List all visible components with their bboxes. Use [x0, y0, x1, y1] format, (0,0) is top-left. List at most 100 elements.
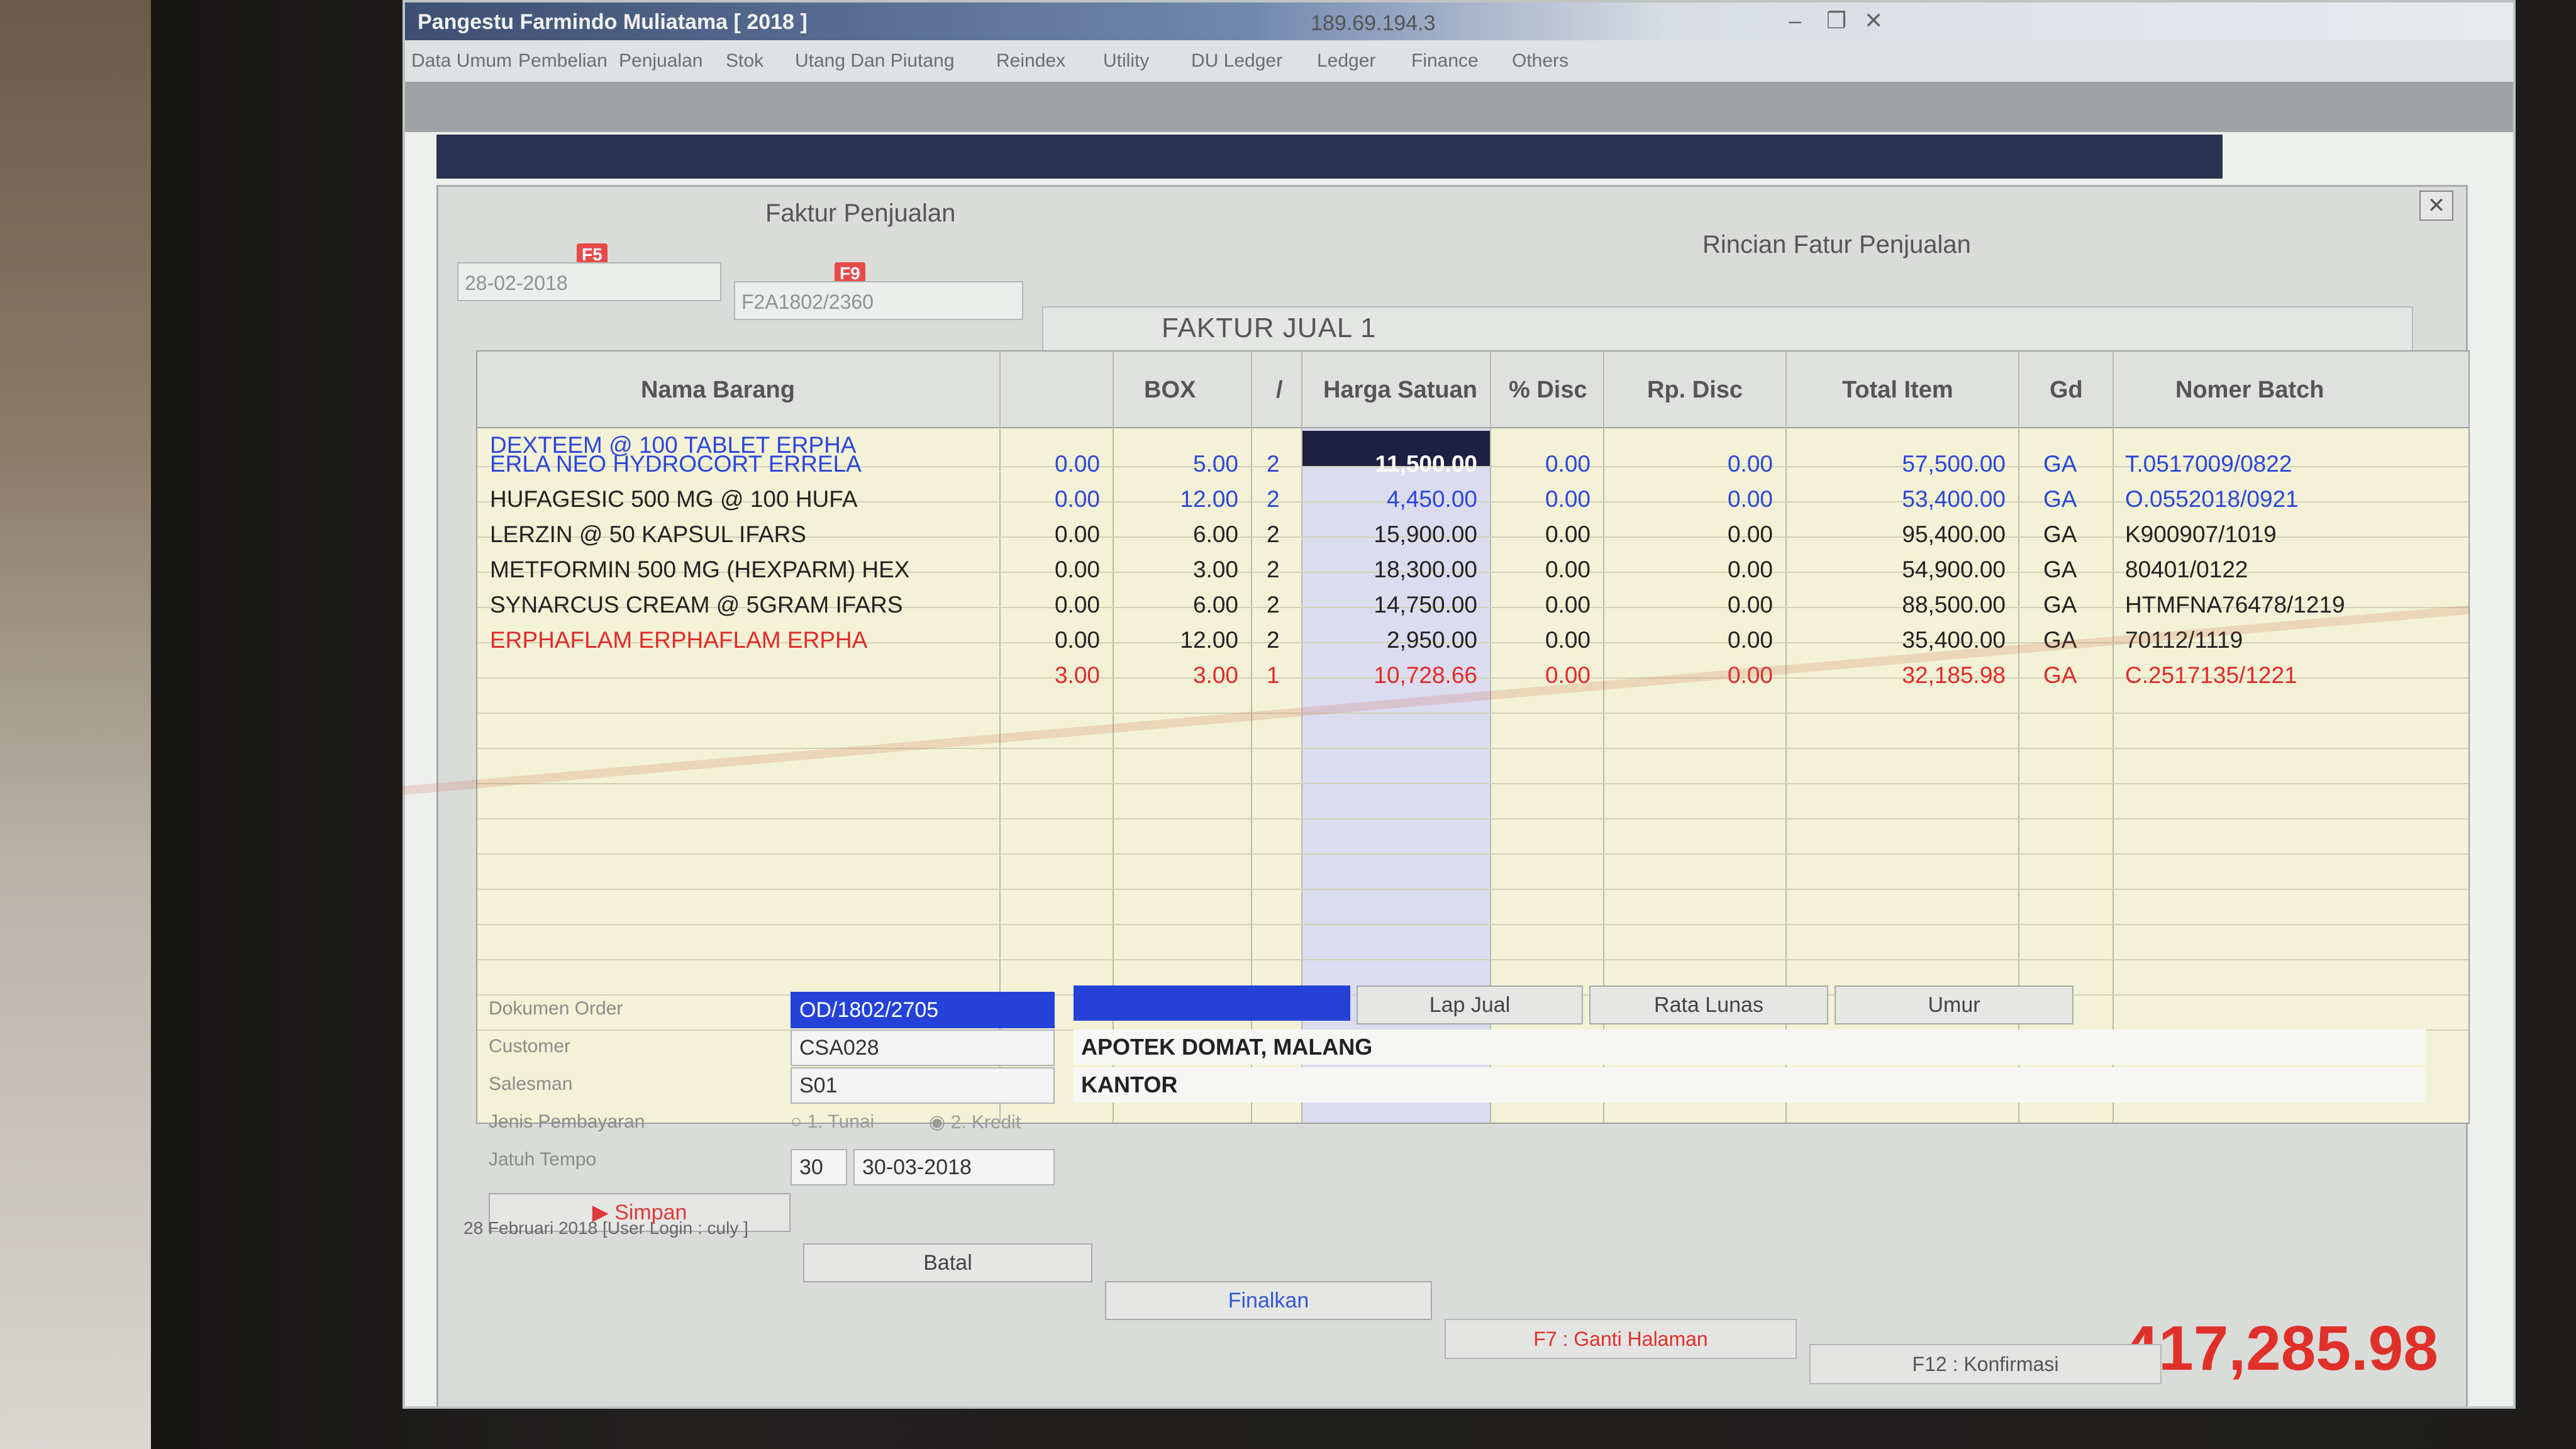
col-slash[interactable]: / [1276, 377, 1283, 404]
server-ip: 189.69.194.3 [1311, 11, 1436, 35]
menu-penjualan[interactable]: Penjualan [619, 50, 702, 72]
cell-harga: 2,950.00 [1386, 627, 1477, 653]
cell-harga: 14,750.00 [1374, 592, 1477, 618]
menu-pembelian[interactable]: Pembelian [518, 50, 608, 72]
radio-tunai[interactable]: ○ 1. Tunai [791, 1111, 874, 1133]
salesman-label: Salesman [489, 1074, 573, 1094]
radio-kredit[interactable]: ◉ 2. Kredit [929, 1111, 1021, 1133]
cell-rpdisc: 0.00 [1727, 557, 1773, 582]
cell-total: 88,500.00 [1902, 592, 2006, 618]
col-pct-disc[interactable]: % Disc [1509, 377, 1587, 404]
faktur-penjualan-form: ✕ Faktur Penjualan Rincian Fatur Penjual… [436, 185, 2470, 1406]
table-row[interactable]: HUFAGESIC 500 MG @ 100 HUFA 0.00 12.00 2… [477, 481, 2468, 516]
mdi-background [405, 82, 2513, 132]
menu-utang-piutang[interactable]: Utang Dan Piutang [795, 50, 955, 72]
table-row[interactable]: LERZIN @ 50 KAPSUL IFARS 0.00 6.00 2 15,… [477, 516, 2468, 552]
cell-unit: 2 [1267, 592, 1280, 618]
batal-button[interactable]: Batal [803, 1243, 1092, 1282]
radio-kredit-label: 2. Kredit [950, 1112, 1021, 1133]
konfirmasi-button[interactable]: F12 : Konfirmasi [1809, 1344, 2162, 1384]
restore-icon[interactable]: ❐ [1826, 8, 1846, 34]
cell-box: 5.00 [1192, 451, 1238, 477]
customer-name: APOTEK DOMAT, MALANG [1074, 1030, 2426, 1065]
menu-data-umum[interactable]: Data Umum [411, 50, 512, 72]
status-bar: 28 Februari 2018 [User Login : culy ] [464, 1218, 748, 1238]
customer-highlight [1074, 985, 1350, 1021]
tempo-days-input[interactable]: 30 [791, 1149, 847, 1185]
menu-reindex[interactable]: Reindex [996, 50, 1065, 72]
lap-jual-button[interactable]: Lap Jual [1357, 985, 1583, 1024]
cell-batch: K900907/1019 [2125, 521, 2277, 547]
cell-total: 54,900.00 [1902, 557, 2006, 582]
cell-qty: 0.00 [1054, 486, 1100, 512]
app-title: Pangestu Farmindo Muliatama [ 2018 ] [418, 10, 808, 34]
cell-qty: 0.00 [1054, 557, 1100, 582]
col-harga-satuan[interactable]: Harga Satuan [1323, 377, 1477, 404]
col-total-item[interactable]: Total Item [1842, 377, 1953, 404]
cell-gd: GA [2043, 662, 2077, 688]
cell-box: 12.00 [1180, 627, 1238, 653]
col-rp-disc[interactable]: Rp. Disc [1647, 377, 1743, 404]
cell-box: 3.00 [1192, 662, 1238, 688]
jatuh-tempo-label: Jatuh Tempo [489, 1149, 597, 1170]
umur-button[interactable]: Umur [1835, 985, 2074, 1024]
faktur-number-field[interactable]: F2A1802/2360 [734, 281, 1023, 320]
cell-nama: ERPHAFLAM ERPHAFLAM ERPHA [490, 627, 868, 653]
customer-label: Customer [489, 1036, 571, 1057]
faktur-penjualan-title: Faktur Penjualan [765, 199, 956, 227]
title-bar: Pangestu Farmindo Muliatama [ 2018 ] 189… [405, 3, 2513, 40]
cell-box: 6.00 [1192, 592, 1238, 618]
menu-ledger[interactable]: Ledger [1317, 50, 1375, 72]
rincian-title: Rincian Fatur Penjualan [1702, 231, 1971, 258]
col-nama-barang[interactable]: Nama Barang [641, 377, 795, 404]
finalkan-button[interactable]: Finalkan [1105, 1281, 1432, 1320]
form-close-icon[interactable]: ✕ [2419, 191, 2453, 221]
cell-qty: 0.00 [1054, 521, 1100, 547]
col-nomer-batch[interactable]: Nomer Batch [2175, 377, 2324, 404]
cell-gd: GA [2043, 521, 2077, 547]
cell-pdisc: 0.00 [1545, 521, 1591, 547]
menu-others[interactable]: Others [1512, 50, 1568, 72]
cell-pdisc: 0.00 [1545, 486, 1591, 512]
salesman-input[interactable]: S01 [791, 1067, 1055, 1104]
cell-batch: HTMFNA76478/1219 [2125, 592, 2345, 618]
cell-harga: 18,300.00 [1374, 557, 1477, 582]
minimize-icon[interactable]: – [1789, 8, 1801, 34]
cell-gd: GA [2043, 486, 2077, 512]
cell-nama: ERLA NEO HYDROCORT ERRELA [490, 451, 862, 477]
cell-total: 57,500.00 [1902, 451, 2006, 477]
close-icon[interactable]: ✕ [1864, 8, 1883, 34]
cell-box: 6.00 [1192, 521, 1238, 547]
cell-rpdisc: 0.00 [1727, 592, 1773, 618]
menu-finance[interactable]: Finance [1411, 50, 1479, 72]
cell-harga[interactable]: 11,500.00 [1301, 451, 1477, 477]
dokumen-order-input[interactable]: OD/1802/2705 [791, 992, 1055, 1028]
table-row[interactable]: ERLA NEO HYDROCORT ERRELA 0.00 5.00 2 11… [477, 446, 2468, 481]
customer-input[interactable]: CSA028 [791, 1030, 1055, 1066]
cell-batch: C.2517135/1221 [2125, 662, 2297, 688]
cell-total: 95,400.00 [1902, 521, 2006, 547]
cell-pdisc: 0.00 [1545, 627, 1591, 653]
table-row[interactable]: 3.00 3.00 1 10,728.66 0.00 0.00 32,185.9… [477, 657, 2468, 692]
cell-qty: 3.00 [1054, 662, 1100, 688]
cell-harga: 15,900.00 [1374, 521, 1477, 547]
rata-lunas-button[interactable]: Rata Lunas [1589, 985, 1828, 1024]
cell-nama: HUFAGESIC 500 MG @ 100 HUFA [490, 486, 858, 512]
cell-qty: 0.00 [1054, 627, 1100, 653]
due-date-input[interactable]: 30-03-2018 [853, 1149, 1055, 1185]
cell-gd: GA [2043, 557, 2077, 582]
menu-utility[interactable]: Utility [1103, 50, 1149, 72]
col-gd[interactable]: Gd [2050, 377, 2083, 404]
faktur-jual-label: FAKTUR JUAL 1 [1162, 313, 1377, 343]
table-row[interactable]: SYNARCUS CREAM @ 5GRAM IFARS 0.00 6.00 2… [477, 587, 2468, 622]
child-window-titlebar [436, 135, 2223, 179]
cell-rpdisc: 0.00 [1727, 486, 1773, 512]
cell-harga: 10,728.66 [1374, 662, 1477, 688]
menu-du-ledger[interactable]: DU Ledger [1191, 50, 1282, 72]
table-row[interactable]: METFORMIN 500 MG (HEXPARM) HEX 0.00 3.00… [477, 552, 2468, 587]
date-field[interactable]: 28-02-2018 [457, 262, 721, 301]
col-box[interactable]: BOX [1144, 377, 1196, 404]
menu-stok[interactable]: Stok [726, 50, 763, 72]
ganti-halaman-button[interactable]: F7 : Ganti Halaman [1445, 1319, 1797, 1359]
cell-total: 53,400.00 [1902, 486, 2006, 512]
